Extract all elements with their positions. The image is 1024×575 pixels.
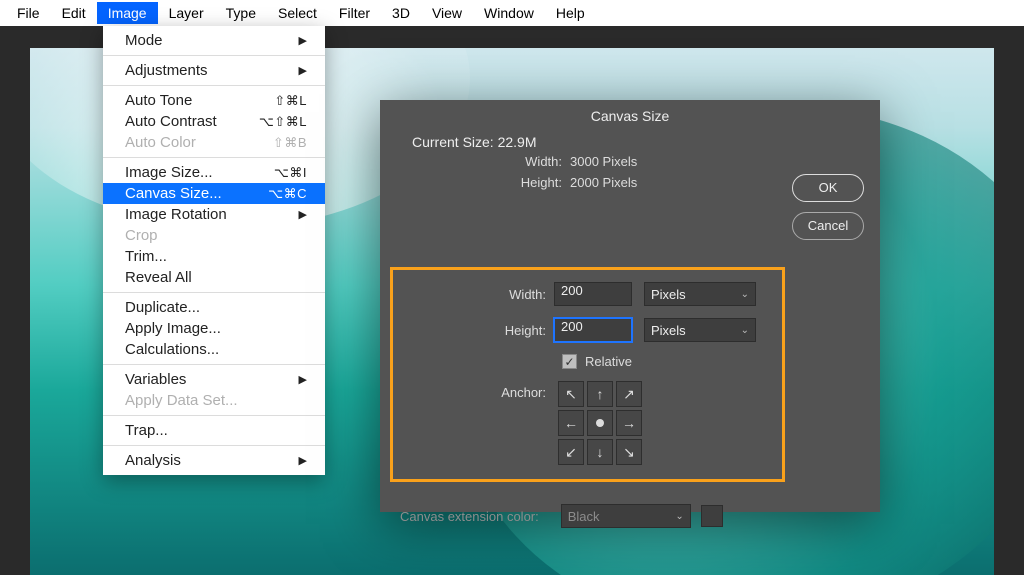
menu-help[interactable]: Help <box>545 2 596 24</box>
anchor-nw[interactable]: ↖ <box>558 381 584 407</box>
current-width-value: 3000 Pixels <box>570 154 862 169</box>
menu-type[interactable]: Type <box>215 2 267 24</box>
menu-select[interactable]: Select <box>267 2 328 24</box>
current-width-label: Width: <box>412 154 570 169</box>
shortcut: ⌥⌘C <box>268 186 307 202</box>
submenu-arrow-icon: ▶ <box>299 64 307 77</box>
menuitem-trim[interactable]: Trim... <box>103 246 325 267</box>
anchor-ne[interactable]: ↗ <box>616 381 642 407</box>
shortcut: ⇧⌘L <box>274 93 307 109</box>
anchor-sw[interactable]: ↙ <box>558 439 584 465</box>
submenu-arrow-icon: ▶ <box>299 373 307 386</box>
anchor-grid: ↖ ↑ ↗ ← → ↙ ↓ ↘ <box>558 381 642 465</box>
submenu-arrow-icon: ▶ <box>299 208 307 221</box>
current-size-label: Current Size: 22.9M <box>398 134 862 154</box>
menu-window[interactable]: Window <box>473 2 545 24</box>
cancel-button[interactable]: Cancel <box>792 212 864 240</box>
chevron-down-icon: ⌄ <box>741 325 749 336</box>
chevron-down-icon: ⌄ <box>741 289 749 300</box>
menu-3d[interactable]: 3D <box>381 2 421 24</box>
width-input[interactable]: 200 <box>554 282 632 306</box>
height-unit-select[interactable]: Pixels⌄ <box>644 318 756 342</box>
anchor-e[interactable]: → <box>616 410 642 436</box>
menuitem-calculations[interactable]: Calculations... <box>103 339 325 360</box>
menu-layer[interactable]: Layer <box>158 2 215 24</box>
shortcut: ⇧⌘B <box>273 135 307 151</box>
height-input[interactable]: 200 <box>554 318 632 342</box>
relative-label: Relative <box>585 354 632 369</box>
chevron-down-icon: ⌄ <box>675 511 683 522</box>
menu-filter[interactable]: Filter <box>328 2 381 24</box>
menuitem-adjustments[interactable]: Adjustments▶ <box>103 60 325 81</box>
menuitem-auto-color: Auto Color⇧⌘B <box>103 132 325 153</box>
image-menu-dropdown: Mode▶ Adjustments▶ Auto Tone⇧⌘L Auto Con… <box>103 26 325 475</box>
new-width-label: Width: <box>406 287 554 302</box>
menu-image[interactable]: Image <box>97 2 158 24</box>
menu-file[interactable]: File <box>6 2 51 24</box>
submenu-arrow-icon: ▶ <box>299 34 307 47</box>
menuitem-duplicate[interactable]: Duplicate... <box>103 297 325 318</box>
new-height-label: Height: <box>406 323 554 338</box>
menuitem-reveal-all[interactable]: Reveal All <box>103 267 325 288</box>
anchor-se[interactable]: ↘ <box>616 439 642 465</box>
anchor-n[interactable]: ↑ <box>587 381 613 407</box>
menubar: File Edit Image Layer Type Select Filter… <box>0 0 1024 26</box>
menuitem-image-size[interactable]: Image Size...⌥⌘I <box>103 162 325 183</box>
anchor-w[interactable]: ← <box>558 410 584 436</box>
menuitem-apply-image[interactable]: Apply Image... <box>103 318 325 339</box>
shortcut: ⌥⌘I <box>274 165 307 181</box>
dialog-title: Canvas Size <box>380 100 880 134</box>
current-height-label: Height: <box>412 175 570 190</box>
menu-edit[interactable]: Edit <box>51 2 97 24</box>
extension-color-label: Canvas extension color: <box>400 509 539 524</box>
menuitem-mode[interactable]: Mode▶ <box>103 30 325 51</box>
menuitem-auto-tone[interactable]: Auto Tone⇧⌘L <box>103 90 325 111</box>
menu-view[interactable]: View <box>421 2 473 24</box>
menuitem-crop: Crop <box>103 225 325 246</box>
anchor-s[interactable]: ↓ <box>587 439 613 465</box>
canvas-size-dialog: Canvas Size OK Cancel Current Size: 22.9… <box>380 100 880 512</box>
width-unit-select[interactable]: Pixels⌄ <box>644 282 756 306</box>
anchor-center[interactable] <box>587 410 613 436</box>
menuitem-variables[interactable]: Variables▶ <box>103 369 325 390</box>
menuitem-canvas-size[interactable]: Canvas Size...⌥⌘C <box>103 183 325 204</box>
menuitem-trap[interactable]: Trap... <box>103 420 325 441</box>
menuitem-analysis[interactable]: Analysis▶ <box>103 450 325 471</box>
relative-checkbox[interactable]: ✓ <box>562 354 577 369</box>
submenu-arrow-icon: ▶ <box>299 454 307 467</box>
extension-color-select[interactable]: Black⌄ <box>561 504 691 528</box>
shortcut: ⌥⇧⌘L <box>259 114 307 130</box>
menuitem-image-rotation[interactable]: Image Rotation▶ <box>103 204 325 225</box>
extension-color-swatch[interactable] <box>701 505 723 527</box>
menuitem-apply-data-set: Apply Data Set... <box>103 390 325 411</box>
menuitem-auto-contrast[interactable]: Auto Contrast⌥⇧⌘L <box>103 111 325 132</box>
anchor-label: Anchor: <box>406 381 554 465</box>
ok-button[interactable]: OK <box>792 174 864 202</box>
